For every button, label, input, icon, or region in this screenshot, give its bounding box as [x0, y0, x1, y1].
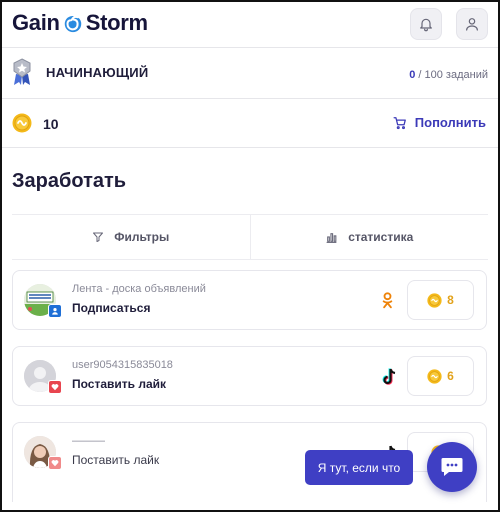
reward-value: 8	[447, 293, 454, 307]
task-progress: 0 / 100 заданий	[409, 69, 488, 81]
chat-icon	[441, 458, 463, 476]
logo-text-right: Storm	[85, 10, 148, 35]
logo-swirl-icon	[64, 13, 81, 33]
filter-icon	[93, 232, 104, 242]
top-bar: Gain Storm	[2, 2, 498, 48]
coin-icon	[12, 113, 32, 133]
task-card[interactable]: Лента - доска объявлений Подписаться 8	[12, 270, 487, 330]
tab-filters[interactable]: Фильтры	[12, 215, 250, 259]
tiktok-icon	[382, 368, 396, 385]
gainstorm-logo[interactable]: Gain Storm	[12, 10, 148, 36]
topup-button[interactable]: Пополнить	[393, 115, 486, 130]
reward-value: 6	[447, 369, 454, 383]
like-badge-icon	[48, 456, 62, 470]
task-author: ———	[72, 435, 105, 447]
chart-icon	[326, 232, 337, 243]
task-action: Поставить лайк	[72, 453, 160, 467]
app-frame: Gain Storm НАЧИНАЮЩИЙ 0 / 100 заданий 10…	[0, 0, 500, 512]
subscribe-badge-icon	[48, 304, 62, 318]
bell-icon	[420, 18, 432, 32]
chat-button[interactable]	[427, 442, 477, 492]
tab-statistics-label: статистика	[348, 230, 414, 244]
coin-icon	[427, 368, 442, 384]
task-author: Лента - доска объявлений	[72, 283, 206, 295]
balance-row: 10 Пополнить	[2, 100, 498, 148]
tasks-total: / 100 заданий	[415, 69, 488, 81]
task-author: user9054315835018	[72, 359, 173, 371]
cart-icon	[393, 116, 406, 129]
level-title: НАЧИНАЮЩИЙ	[46, 65, 149, 80]
task-action: Подписаться	[72, 301, 151, 315]
task-action: Поставить лайк	[72, 377, 167, 391]
logo-text-left: Gain	[12, 10, 60, 35]
task-card[interactable]: ——— Поставить лайк	[12, 422, 487, 502]
task-card[interactable]: user9054315835018 Поставить лайк 6	[12, 346, 487, 406]
topup-label: Пополнить	[414, 115, 486, 130]
like-badge-icon	[48, 380, 62, 394]
page-title: Заработать	[12, 170, 127, 192]
filter-tabs: Фильтры статистика	[12, 214, 488, 260]
notifications-button[interactable]	[410, 8, 442, 40]
level-row: НАЧИНАЮЩИЙ 0 / 100 заданий	[2, 49, 498, 99]
tab-filters-label: Фильтры	[114, 230, 170, 244]
odnoklassniki-icon	[382, 292, 393, 309]
balance-value: 10	[43, 116, 59, 132]
reward-button[interactable]: 8	[407, 280, 474, 320]
reward-button[interactable]: 6	[407, 356, 474, 396]
chat-greeting[interactable]: Я тут, если что	[305, 450, 413, 485]
tab-statistics[interactable]: статистика	[249, 215, 489, 259]
coin-icon	[427, 292, 442, 308]
level-badge-icon	[13, 58, 31, 85]
profile-button[interactable]	[456, 8, 488, 40]
user-icon	[466, 18, 478, 31]
